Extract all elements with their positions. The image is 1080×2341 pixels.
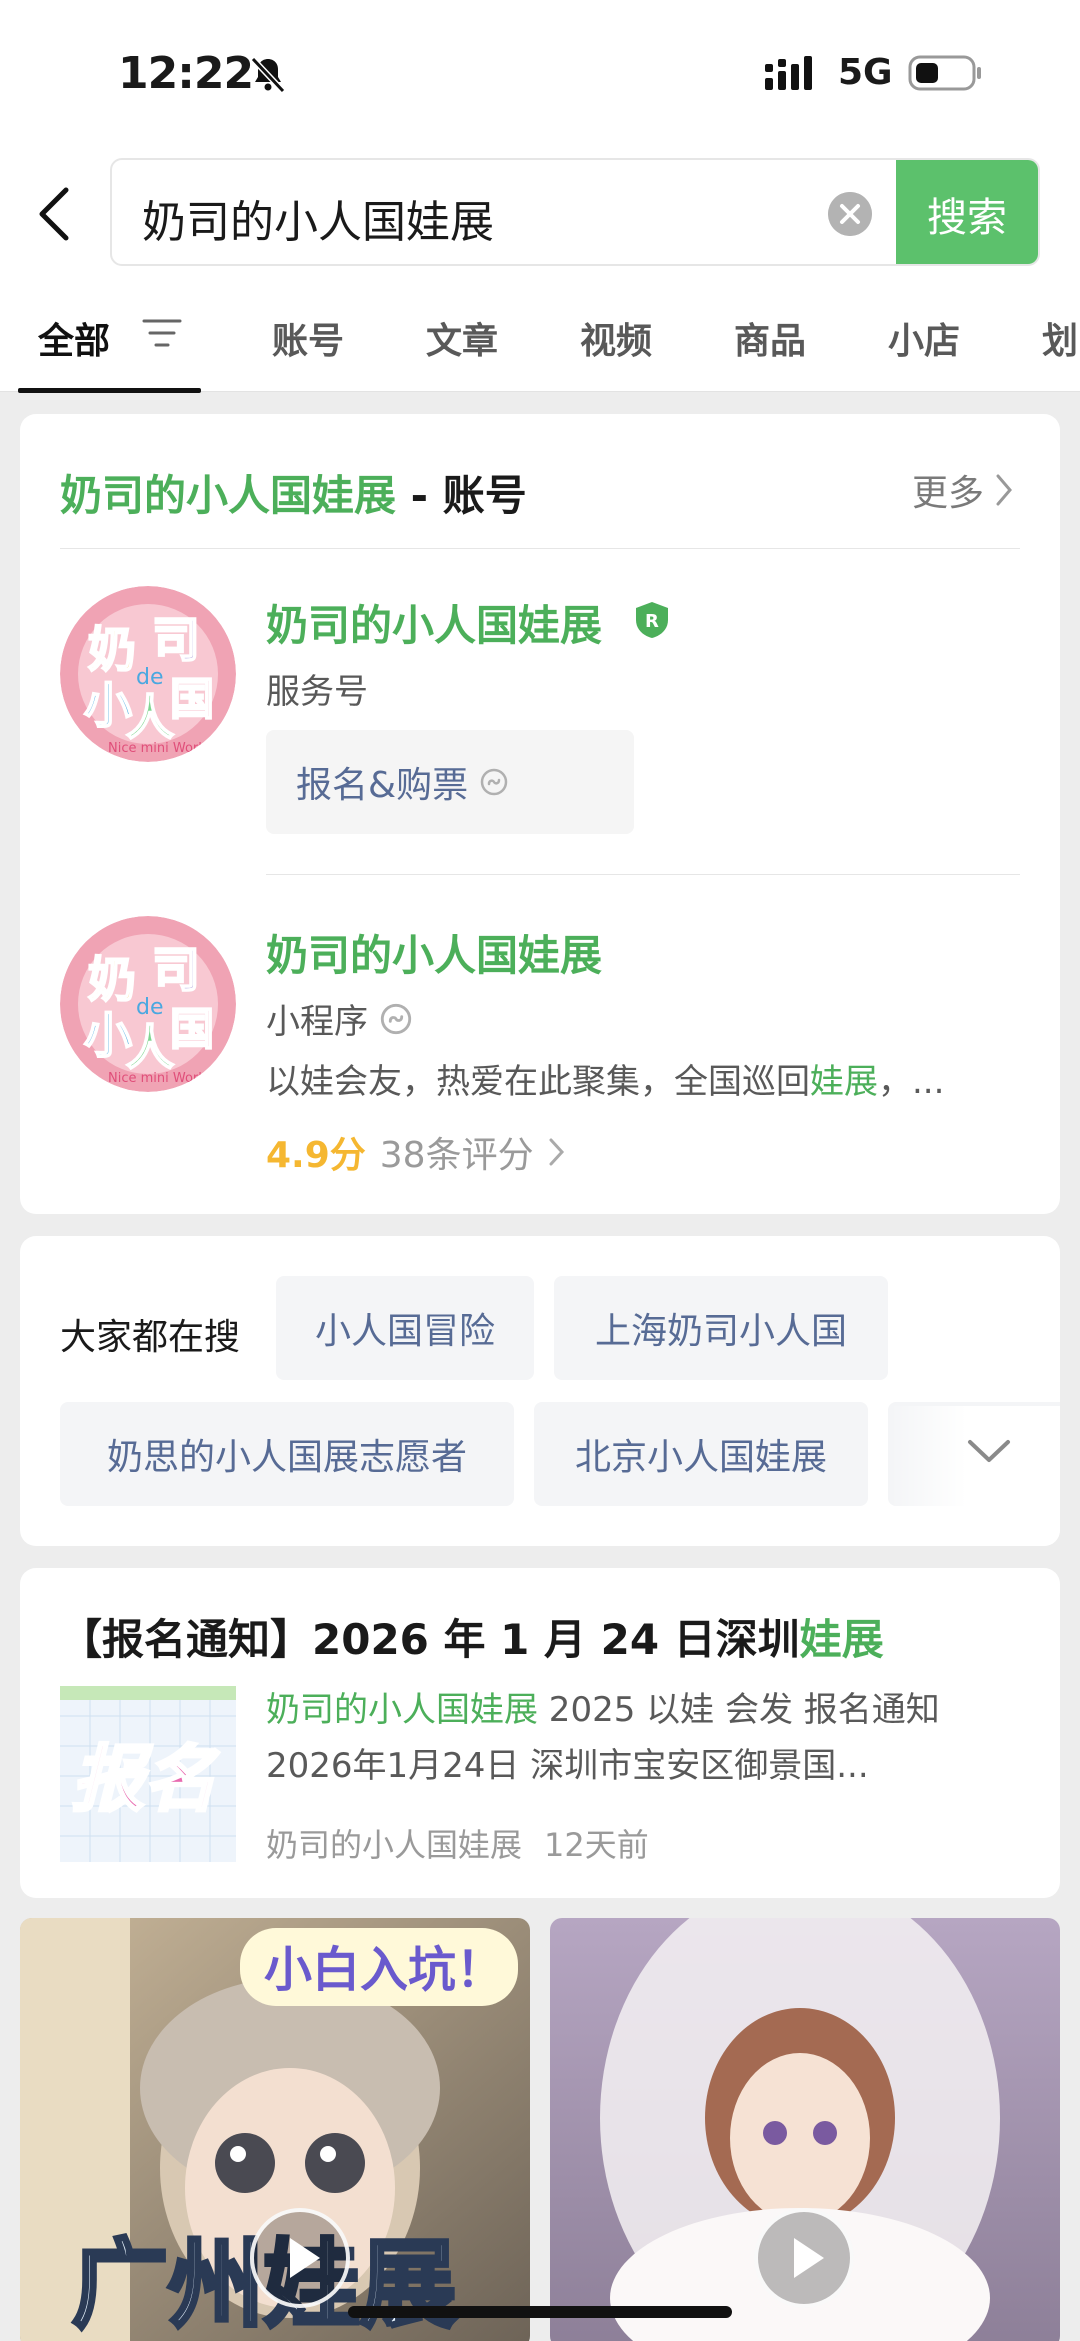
- svg-text:小: 小: [84, 1008, 132, 1064]
- svg-text:人: 人: [126, 690, 174, 746]
- clear-icon[interactable]: [828, 192, 872, 236]
- mini-program-type: 小程序: [266, 994, 412, 1043]
- svg-text:de: de: [136, 665, 164, 690]
- divider: [60, 548, 1020, 549]
- svg-text:报名: 报名: [72, 1737, 220, 1821]
- svg-text:司: 司: [152, 942, 200, 998]
- svg-text:国: 国: [170, 674, 214, 725]
- account-type: 服务号: [266, 672, 368, 712]
- account-section-title: 奶司的小人国娃展 - 账号: [60, 471, 527, 520]
- status-bar: 12:22 5G: [0, 0, 1080, 150]
- tab-videos[interactable]: 视频: [580, 312, 652, 364]
- svg-text:小: 小: [84, 678, 132, 734]
- mini-program-name[interactable]: 奶司的小人国娃展: [266, 922, 602, 983]
- tab-accounts[interactable]: 账号: [272, 312, 344, 364]
- back-arrow-icon[interactable]: [34, 186, 74, 242]
- category-tabs: 全部 账号 文章 视频 商品 小店 划: [0, 270, 1080, 393]
- search-field[interactable]: 奶司的小人国娃展 搜索: [110, 158, 1040, 266]
- search-chip[interactable]: 上海奶司小人国: [554, 1276, 888, 1380]
- verified-badge-icon: R: [636, 602, 668, 638]
- bell-muted-icon: [250, 56, 286, 94]
- rating-score: 4.9分: [266, 1135, 366, 1176]
- svg-text:奶: 奶: [88, 952, 136, 1008]
- chevron-down-icon[interactable]: [964, 1432, 1014, 1472]
- play-icon[interactable]: [754, 2208, 854, 2308]
- active-tab-indicator: [18, 388, 201, 393]
- search-chip[interactable]: 小人国冒险: [276, 1276, 534, 1380]
- search-results-page: 12:22 5G 奶司的小人国娃展 搜索 全部 账号 文章 视频 商品 小店 划…: [0, 0, 1080, 2341]
- svg-text:de: de: [136, 995, 164, 1020]
- mini-program-description: 以娃会友，热爱在此聚集，全国巡回娃展，...: [266, 1062, 945, 1102]
- video-card[interactable]: [550, 1918, 1060, 2341]
- article-source[interactable]: 奶司的小人国娃展: [266, 1820, 522, 1866]
- tab-all[interactable]: 全部: [38, 312, 110, 364]
- mini-program-icon: [480, 768, 508, 796]
- svg-text:R: R: [645, 611, 659, 632]
- svg-text:司: 司: [152, 612, 200, 668]
- signup-ticket-button[interactable]: 报名&购票: [266, 730, 634, 834]
- article-result-card[interactable]: 【报名通知】2026 年 1 月 24 日深圳娃展 报名 奶司的小人国娃展 20…: [20, 1568, 1060, 1898]
- search-button[interactable]: 搜索: [896, 160, 1038, 264]
- video-card[interactable]: 小白入坑！ 广州娃展: [20, 1918, 530, 2341]
- search-input[interactable]: 奶司的小人国娃展: [142, 186, 494, 250]
- chevron-right-icon: [549, 1138, 564, 1166]
- chevron-right-icon: [996, 474, 1012, 506]
- svg-text:人: 人: [126, 1020, 174, 1076]
- play-icon[interactable]: [250, 2208, 350, 2308]
- search-header: 奶司的小人国娃展 搜索: [0, 150, 1080, 270]
- search-chip[interactable]: 北京小人国娃展: [534, 1402, 868, 1506]
- popular-searches-card: 大家都在搜 小人国冒险 上海奶司小人国 奶思的小人国展志愿者 北京小人国娃展 上: [20, 1236, 1060, 1546]
- divider: [266, 874, 1020, 875]
- rating-row[interactable]: 4.9分 38条评分: [266, 1126, 566, 1178]
- article-meta: 奶司的小人国娃展 12天前: [266, 1820, 649, 1866]
- rating-count: 38条评分: [379, 1135, 534, 1176]
- home-indicator[interactable]: [348, 2306, 732, 2318]
- article-thumbnail[interactable]: 报名: [60, 1686, 236, 1862]
- search-chip[interactable]: 奶思的小人国展志愿者: [60, 1402, 514, 1506]
- network-type: 5G: [838, 52, 893, 93]
- svg-text:奶: 奶: [88, 622, 136, 678]
- svg-text:Nice mini World: Nice mini World: [108, 741, 210, 756]
- account-results-card: 奶司的小人国娃展 - 账号 更多 奶 司 小 人 国 de Nice mini …: [20, 414, 1060, 1214]
- article-title[interactable]: 【报名通知】2026 年 1 月 24 日深圳娃展: [60, 1606, 884, 1667]
- filter-icon[interactable]: [142, 318, 182, 348]
- status-time: 12:22: [118, 48, 254, 99]
- cellular-signal-icon: [765, 56, 812, 90]
- mini-program-icon: [380, 1003, 412, 1034]
- fade-overlay: [890, 1406, 1060, 1546]
- svg-text:国: 国: [170, 1004, 214, 1055]
- tab-products[interactable]: 商品: [734, 312, 806, 364]
- battery-icon: [908, 55, 981, 91]
- tab-shops[interactable]: 小店: [888, 312, 960, 364]
- account-name[interactable]: 奶司的小人国娃展: [266, 592, 602, 653]
- svg-text:Nice mini World: Nice mini World: [108, 1071, 210, 1086]
- tab-articles[interactable]: 文章: [426, 312, 498, 364]
- article-time: 12天前: [544, 1826, 649, 1864]
- avatar[interactable]: 奶 司 小 人 国 de Nice mini World: [60, 586, 236, 762]
- more-link[interactable]: 更多: [912, 464, 1014, 516]
- article-snippet: 奶司的小人国娃展 2025 以娃 会发 报名通知 2026年1月24日 深圳市宝…: [266, 1690, 940, 1786]
- avatar[interactable]: 奶 司 小 人 国 de Nice mini World: [60, 916, 236, 1092]
- popular-searches-label: 大家都在搜: [60, 1317, 241, 1358]
- tab-more[interactable]: 划: [1042, 312, 1078, 364]
- svg-text:小白入坑！: 小白入坑！: [264, 1942, 504, 1998]
